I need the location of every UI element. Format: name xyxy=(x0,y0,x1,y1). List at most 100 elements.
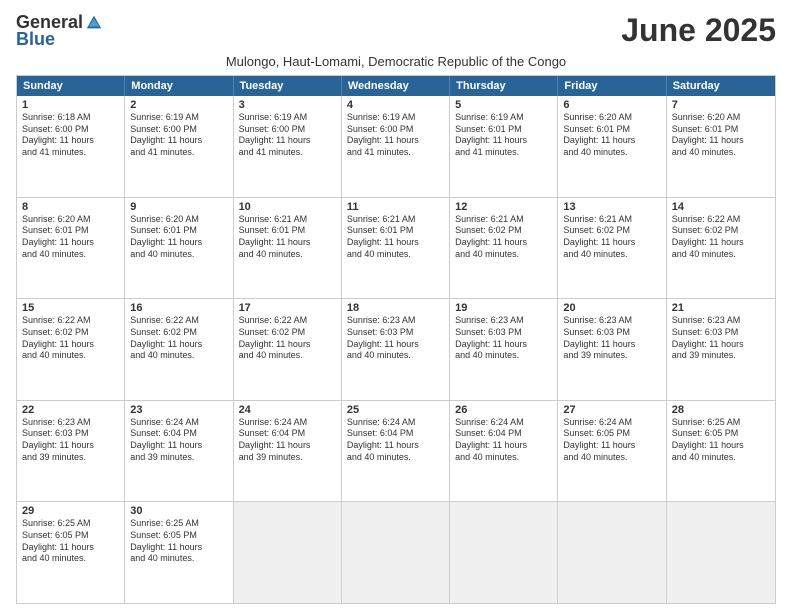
cell-info: Sunrise: 6:25 AMSunset: 6:05 PMDaylight:… xyxy=(22,518,119,565)
cell-info: Sunrise: 6:23 AMSunset: 6:03 PMDaylight:… xyxy=(455,315,552,362)
day-number: 14 xyxy=(672,201,770,213)
header: General Blue June 2025 xyxy=(16,12,776,50)
calendar-cell: 9 Sunrise: 6:20 AMSunset: 6:01 PMDayligh… xyxy=(125,198,233,299)
calendar-cell: 4 Sunrise: 6:19 AMSunset: 6:00 PMDayligh… xyxy=(342,96,450,197)
day-number: 27 xyxy=(563,404,660,416)
day-number: 24 xyxy=(239,404,336,416)
cell-info: Sunrise: 6:24 AMSunset: 6:05 PMDaylight:… xyxy=(563,417,660,464)
calendar-cell: 27 Sunrise: 6:24 AMSunset: 6:05 PMDaylig… xyxy=(558,401,666,502)
cell-info: Sunrise: 6:23 AMSunset: 6:03 PMDaylight:… xyxy=(563,315,660,362)
cell-info: Sunrise: 6:21 AMSunset: 6:02 PMDaylight:… xyxy=(563,214,660,261)
day-number: 22 xyxy=(22,404,119,416)
cell-info: Sunrise: 6:22 AMSunset: 6:02 PMDaylight:… xyxy=(22,315,119,362)
calendar-cell xyxy=(450,502,558,603)
cell-info: Sunrise: 6:20 AMSunset: 6:01 PMDaylight:… xyxy=(130,214,227,261)
calendar-cell: 25 Sunrise: 6:24 AMSunset: 6:04 PMDaylig… xyxy=(342,401,450,502)
cell-info: Sunrise: 6:19 AMSunset: 6:00 PMDaylight:… xyxy=(347,112,444,159)
logo-blue: Blue xyxy=(16,29,55,50)
calendar-cell xyxy=(234,502,342,603)
calendar-cell: 26 Sunrise: 6:24 AMSunset: 6:04 PMDaylig… xyxy=(450,401,558,502)
header-day: Tuesday xyxy=(234,76,342,96)
calendar-cell: 20 Sunrise: 6:23 AMSunset: 6:03 PMDaylig… xyxy=(558,299,666,400)
header-day: Thursday xyxy=(450,76,558,96)
calendar-cell: 24 Sunrise: 6:24 AMSunset: 6:04 PMDaylig… xyxy=(234,401,342,502)
day-number: 20 xyxy=(563,302,660,314)
calendar-cell: 2 Sunrise: 6:19 AMSunset: 6:00 PMDayligh… xyxy=(125,96,233,197)
header-day: Monday xyxy=(125,76,233,96)
calendar-cell xyxy=(342,502,450,603)
calendar-header: SundayMondayTuesdayWednesdayThursdayFrid… xyxy=(17,76,775,96)
calendar-row: 1 Sunrise: 6:18 AMSunset: 6:00 PMDayligh… xyxy=(17,96,775,197)
calendar-cell: 29 Sunrise: 6:25 AMSunset: 6:05 PMDaylig… xyxy=(17,502,125,603)
calendar: SundayMondayTuesdayWednesdayThursdayFrid… xyxy=(16,75,776,604)
cell-info: Sunrise: 6:22 AMSunset: 6:02 PMDaylight:… xyxy=(130,315,227,362)
calendar-cell xyxy=(667,502,775,603)
cell-info: Sunrise: 6:20 AMSunset: 6:01 PMDaylight:… xyxy=(22,214,119,261)
cell-info: Sunrise: 6:21 AMSunset: 6:02 PMDaylight:… xyxy=(455,214,552,261)
subtitle: Mulongo, Haut-Lomami, Democratic Republi… xyxy=(16,54,776,69)
day-number: 17 xyxy=(239,302,336,314)
day-number: 23 xyxy=(130,404,227,416)
cell-info: Sunrise: 6:21 AMSunset: 6:01 PMDaylight:… xyxy=(347,214,444,261)
day-number: 10 xyxy=(239,201,336,213)
calendar-cell: 17 Sunrise: 6:22 AMSunset: 6:02 PMDaylig… xyxy=(234,299,342,400)
header-day: Friday xyxy=(558,76,666,96)
day-number: 13 xyxy=(563,201,660,213)
logo: General Blue xyxy=(16,12,103,50)
day-number: 19 xyxy=(455,302,552,314)
calendar-cell: 1 Sunrise: 6:18 AMSunset: 6:00 PMDayligh… xyxy=(17,96,125,197)
day-number: 16 xyxy=(130,302,227,314)
cell-info: Sunrise: 6:19 AMSunset: 6:00 PMDaylight:… xyxy=(130,112,227,159)
day-number: 4 xyxy=(347,99,444,111)
calendar-cell: 19 Sunrise: 6:23 AMSunset: 6:03 PMDaylig… xyxy=(450,299,558,400)
calendar-cell: 11 Sunrise: 6:21 AMSunset: 6:01 PMDaylig… xyxy=(342,198,450,299)
cell-info: Sunrise: 6:19 AMSunset: 6:01 PMDaylight:… xyxy=(455,112,552,159)
calendar-cell: 7 Sunrise: 6:20 AMSunset: 6:01 PMDayligh… xyxy=(667,96,775,197)
calendar-cell: 18 Sunrise: 6:23 AMSunset: 6:03 PMDaylig… xyxy=(342,299,450,400)
calendar-cell: 22 Sunrise: 6:23 AMSunset: 6:03 PMDaylig… xyxy=(17,401,125,502)
calendar-cell: 6 Sunrise: 6:20 AMSunset: 6:01 PMDayligh… xyxy=(558,96,666,197)
cell-info: Sunrise: 6:20 AMSunset: 6:01 PMDaylight:… xyxy=(563,112,660,159)
cell-info: Sunrise: 6:22 AMSunset: 6:02 PMDaylight:… xyxy=(239,315,336,362)
calendar-cell: 15 Sunrise: 6:22 AMSunset: 6:02 PMDaylig… xyxy=(17,299,125,400)
calendar-row: 8 Sunrise: 6:20 AMSunset: 6:01 PMDayligh… xyxy=(17,197,775,299)
day-number: 5 xyxy=(455,99,552,111)
day-number: 25 xyxy=(347,404,444,416)
header-day: Wednesday xyxy=(342,76,450,96)
calendar-cell: 13 Sunrise: 6:21 AMSunset: 6:02 PMDaylig… xyxy=(558,198,666,299)
calendar-row: 29 Sunrise: 6:25 AMSunset: 6:05 PMDaylig… xyxy=(17,501,775,603)
day-number: 9 xyxy=(130,201,227,213)
calendar-cell: 8 Sunrise: 6:20 AMSunset: 6:01 PMDayligh… xyxy=(17,198,125,299)
day-number: 2 xyxy=(130,99,227,111)
day-number: 1 xyxy=(22,99,119,111)
day-number: 30 xyxy=(130,505,227,517)
cell-info: Sunrise: 6:23 AMSunset: 6:03 PMDaylight:… xyxy=(22,417,119,464)
calendar-cell: 21 Sunrise: 6:23 AMSunset: 6:03 PMDaylig… xyxy=(667,299,775,400)
cell-info: Sunrise: 6:23 AMSunset: 6:03 PMDaylight:… xyxy=(347,315,444,362)
header-day: Sunday xyxy=(17,76,125,96)
title-section: June 2025 xyxy=(621,12,776,49)
day-number: 6 xyxy=(563,99,660,111)
calendar-cell: 12 Sunrise: 6:21 AMSunset: 6:02 PMDaylig… xyxy=(450,198,558,299)
cell-info: Sunrise: 6:20 AMSunset: 6:01 PMDaylight:… xyxy=(672,112,770,159)
calendar-cell: 30 Sunrise: 6:25 AMSunset: 6:05 PMDaylig… xyxy=(125,502,233,603)
calendar-cell: 14 Sunrise: 6:22 AMSunset: 6:02 PMDaylig… xyxy=(667,198,775,299)
cell-info: Sunrise: 6:21 AMSunset: 6:01 PMDaylight:… xyxy=(239,214,336,261)
day-number: 18 xyxy=(347,302,444,314)
logo-icon xyxy=(85,14,103,32)
header-day: Saturday xyxy=(667,76,775,96)
calendar-cell: 16 Sunrise: 6:22 AMSunset: 6:02 PMDaylig… xyxy=(125,299,233,400)
day-number: 11 xyxy=(347,201,444,213)
cell-info: Sunrise: 6:24 AMSunset: 6:04 PMDaylight:… xyxy=(347,417,444,464)
cell-info: Sunrise: 6:22 AMSunset: 6:02 PMDaylight:… xyxy=(672,214,770,261)
calendar-body: 1 Sunrise: 6:18 AMSunset: 6:00 PMDayligh… xyxy=(17,96,775,603)
day-number: 12 xyxy=(455,201,552,213)
calendar-cell: 10 Sunrise: 6:21 AMSunset: 6:01 PMDaylig… xyxy=(234,198,342,299)
calendar-cell: 3 Sunrise: 6:19 AMSunset: 6:00 PMDayligh… xyxy=(234,96,342,197)
day-number: 15 xyxy=(22,302,119,314)
cell-info: Sunrise: 6:23 AMSunset: 6:03 PMDaylight:… xyxy=(672,315,770,362)
calendar-cell: 5 Sunrise: 6:19 AMSunset: 6:01 PMDayligh… xyxy=(450,96,558,197)
cell-info: Sunrise: 6:24 AMSunset: 6:04 PMDaylight:… xyxy=(130,417,227,464)
calendar-row: 15 Sunrise: 6:22 AMSunset: 6:02 PMDaylig… xyxy=(17,298,775,400)
cell-info: Sunrise: 6:18 AMSunset: 6:00 PMDaylight:… xyxy=(22,112,119,159)
